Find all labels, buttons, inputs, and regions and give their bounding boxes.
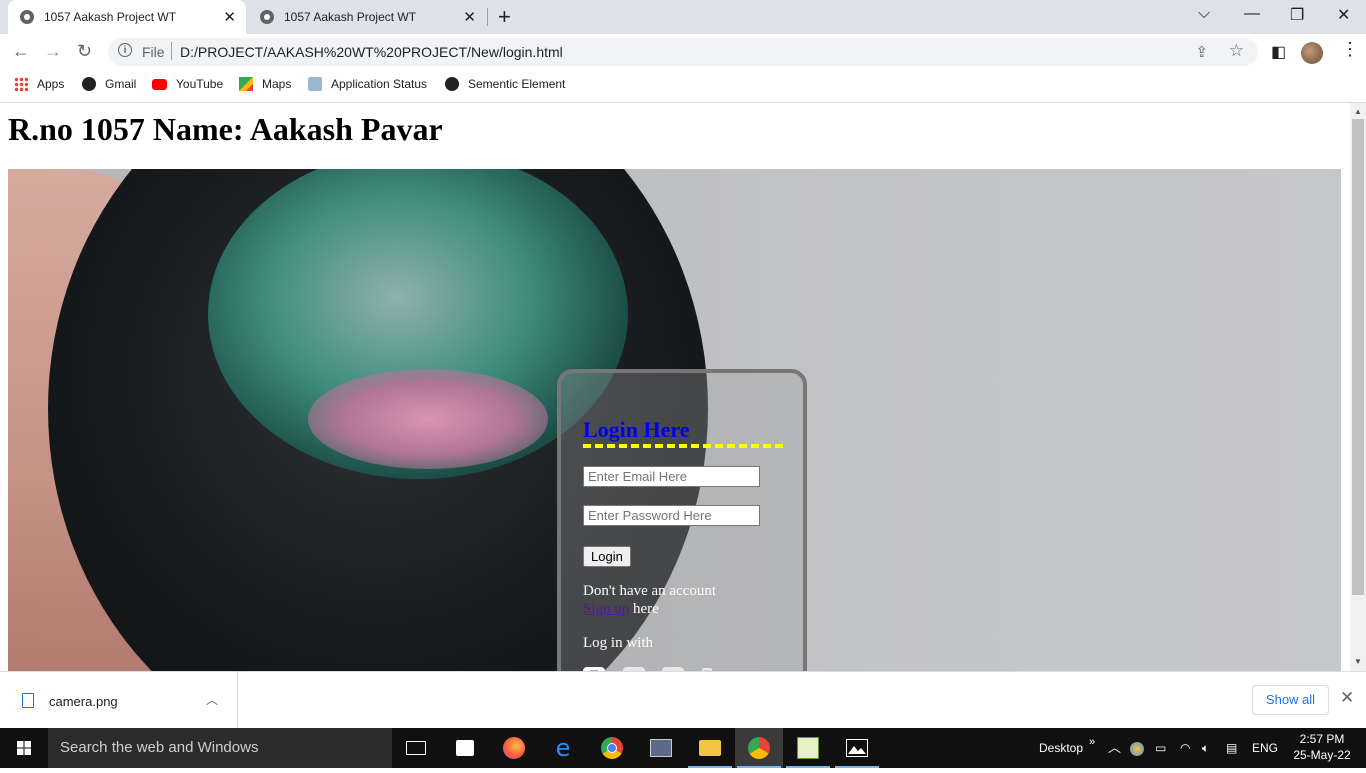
store-icon[interactable] <box>441 728 489 768</box>
globe-icon <box>445 77 459 91</box>
apps-grid-icon <box>14 77 28 91</box>
bookmark-label: Application Status <box>331 77 428 91</box>
scheme-label: File <box>142 44 165 60</box>
show-hidden-icons-chevron-icon[interactable]: ︿ <box>1108 728 1121 768</box>
back-arrow-icon[interactable]: ← <box>12 41 30 62</box>
signup-line: Sign up here <box>583 601 659 618</box>
network-globe-icon[interactable] <box>1130 728 1144 768</box>
action-center-icon[interactable]: ▤ <box>1226 728 1237 768</box>
share-icon[interactable]: ⇪ <box>1195 43 1208 61</box>
profile-avatar[interactable] <box>1301 42 1323 64</box>
web-page: R.no 1057 Name: Aakash Pavar Login Here … <box>0 103 1350 671</box>
show-all-button[interactable]: Show all <box>1252 685 1329 715</box>
reload-icon[interactable]: ↻ <box>77 41 92 62</box>
tab-strip: 1057 Aakash Project WT ✕ 1057 Aakash Pro… <box>0 0 1366 34</box>
menu-kebab-icon[interactable]: ⋮ <box>1341 39 1359 60</box>
windows-logo-icon <box>17 741 31 755</box>
battery-icon[interactable]: ▭ <box>1155 728 1166 768</box>
youtube-icon <box>152 78 167 90</box>
bookmark-sementic-element[interactable]: Sementic Element <box>445 77 565 91</box>
login-form: Login Here Login Don't have an account S… <box>557 369 807 671</box>
bookmarks-bar: Apps Gmail YouTube Maps Application Stat… <box>0 70 1366 103</box>
bookmark-gmail[interactable]: Gmail <box>82 77 136 91</box>
globe-icon <box>260 10 274 24</box>
tab-title: 1057 Aakash Project WT <box>44 10 177 24</box>
new-tab-button[interactable]: + <box>498 4 511 30</box>
no-account-text: Don't have an account <box>583 583 717 599</box>
desktop-toolbar-label[interactable]: Desktop <box>1039 728 1083 768</box>
globe-icon <box>82 77 96 91</box>
info-icon[interactable]: i <box>118 43 132 57</box>
forward-arrow-icon[interactable]: → <box>44 41 62 62</box>
close-tab-icon[interactable]: ✕ <box>223 8 236 26</box>
address-bar[interactable]: i File D:/PROJECT/AAKASH%20WT%20PROJECT/… <box>108 38 1258 66</box>
lens-reflection-image-region <box>308 369 548 469</box>
language-indicator[interactable]: ENG <box>1252 728 1278 768</box>
bookmark-apps[interactable]: Apps <box>14 77 64 91</box>
login-with-text: Log in with <box>583 635 653 651</box>
toolbar-expand-icon[interactable]: » <box>1089 722 1095 762</box>
bookmark-label: Apps <box>37 77 65 91</box>
task-view-icon[interactable] <box>392 728 440 768</box>
tab-title: 1057 Aakash Project WT <box>284 10 417 24</box>
tab-active[interactable]: 1057 Aakash Project WT ✕ <box>8 0 246 34</box>
signup-suffix: here <box>629 601 659 617</box>
chevron-up-icon[interactable]: ︿ <box>206 691 218 708</box>
clock-time: 2:57 PM <box>1299 732 1345 746</box>
firefox-icon[interactable] <box>490 728 538 768</box>
image-file-icon <box>22 693 34 708</box>
email-field[interactable] <box>583 466 760 487</box>
download-item[interactable]: camera.png ︿ <box>0 672 238 729</box>
bookmark-youtube[interactable]: YouTube <box>152 77 223 91</box>
wifi-icon[interactable]: ◠ <box>1180 728 1190 768</box>
globe-icon <box>20 10 34 24</box>
url-text[interactable]: D:/PROJECT/AAKASH%20WT%20PROJECT/New/log… <box>180 44 563 60</box>
download-file-name[interactable]: camera.png <box>49 694 118 709</box>
bookmark-label: Maps <box>262 77 292 91</box>
application-status-icon <box>308 77 322 91</box>
scroll-down-arrow-icon[interactable]: ▼ <box>1354 657 1362 666</box>
scroll-up-arrow-icon[interactable]: ▲ <box>1354 107 1362 116</box>
tab-inactive[interactable]: 1057 Aakash Project WT ✕ <box>248 0 486 34</box>
page-heading: R.no 1057 Name: Aakash Pavar <box>8 111 443 147</box>
edge-icon[interactable]: e <box>539 728 587 768</box>
spreadsheet-icon[interactable] <box>784 728 832 768</box>
chrome-profile-icon[interactable] <box>735 728 783 768</box>
sql-app-icon[interactable] <box>637 728 685 768</box>
restore-icon[interactable]: ❐ <box>1290 5 1304 25</box>
bookmark-star-icon[interactable]: ☆ <box>1229 41 1244 61</box>
bookmark-application-status[interactable]: Application Status <box>308 77 427 91</box>
volume-icon[interactable]: 🔈︎ <box>1202 728 1209 768</box>
login-button[interactable]: Login <box>583 546 631 567</box>
bookmark-label: Sementic Element <box>468 77 566 91</box>
window-close-icon[interactable]: ✕ <box>1337 5 1350 25</box>
taskbar-search-box[interactable]: Search the web and Windows <box>48 728 392 768</box>
divider <box>171 42 172 60</box>
bookmark-maps[interactable]: Maps <box>239 77 291 91</box>
vertical-scrollbar[interactable]: ▲ ▼ <box>1350 103 1366 671</box>
signup-link[interactable]: Sign up <box>583 601 629 617</box>
password-field[interactable] <box>583 505 760 526</box>
clock-date: 25-May-22 <box>1293 748 1351 762</box>
close-tab-icon[interactable]: ✕ <box>463 8 476 26</box>
minimize-icon[interactable]: — <box>1244 5 1260 23</box>
side-panel-icon[interactable]: ◧ <box>1271 42 1286 62</box>
system-clock[interactable]: 2:57 PM 25-May-22 <box>1292 731 1352 763</box>
bookmark-label: YouTube <box>176 77 224 91</box>
file-explorer-icon[interactable] <box>686 728 734 768</box>
camera-background-image: Login Here Login Don't have an account S… <box>8 169 1341 671</box>
scrollbar-thumb[interactable] <box>1352 119 1364 595</box>
tab-divider <box>487 8 488 26</box>
chrome-icon[interactable] <box>588 728 636 768</box>
tab-search-chevron-icon[interactable]: ⌵ <box>1198 5 1210 23</box>
close-icon[interactable]: ✕ <box>1340 688 1354 708</box>
windows-taskbar: Search the web and Windows e Desktop » ︿… <box>0 728 1366 768</box>
download-bar: camera.png ︿ Show all ✕ <box>0 671 1366 729</box>
bookmark-label: Gmail <box>105 77 137 91</box>
browser-toolbar: ← → ↻ i File D:/PROJECT/AAKASH%20WT%20PR… <box>0 34 1366 70</box>
maps-icon <box>239 77 253 91</box>
photos-icon[interactable] <box>833 728 881 768</box>
start-button[interactable] <box>0 728 48 768</box>
login-title: Login Here <box>583 417 783 448</box>
